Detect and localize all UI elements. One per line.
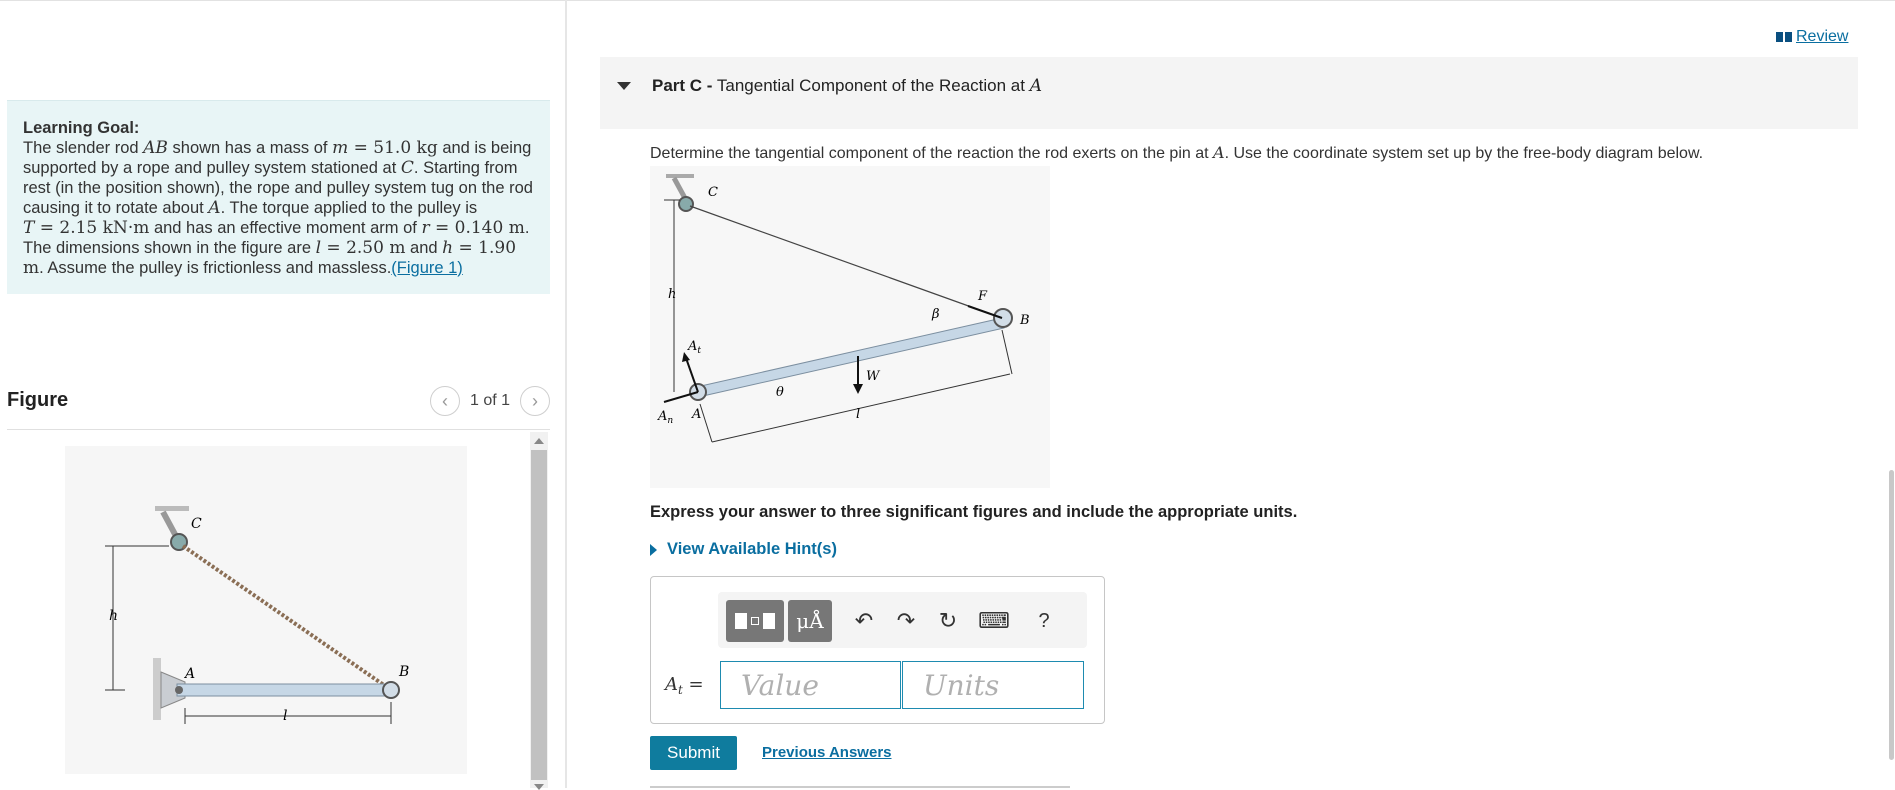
ceiling-plate [155,506,189,511]
fbd-w-arrowhead [853,384,863,394]
label-c: C [191,516,202,532]
learning-goal-title: Learning Goal: [23,119,140,137]
fbd-label-theta: θ [776,385,784,400]
instruction-text: Express your answer to three significant… [650,503,1298,521]
review-label: Review [1796,28,1849,45]
fbd-label-b: B [1019,313,1030,328]
question-text: Determine the tangential component of th… [650,143,1704,162]
fbd-pulley-b [993,308,1013,328]
fbd-label-beta: β [931,307,940,322]
help-button[interactable]: ? [1028,600,1060,642]
free-body-diagram: C h At An A θ W l β F B [650,166,1050,488]
next-figure-button[interactable]: › [520,386,550,416]
templates-button[interactable] [726,600,784,642]
view-hints-link[interactable]: View Available Hint(s) [650,540,837,559]
top-border [0,0,1895,3]
chevron-left-icon: ‹ [441,390,448,411]
collapse-caret-icon[interactable] [617,82,631,90]
keyboard-button[interactable]: ⌨ [974,600,1014,642]
pin-a [175,686,183,694]
figure-pager: ‹ 1 of 1 › [429,386,550,416]
fbd-label-w: W [866,369,881,384]
fbd-pulley-c [678,196,694,212]
label-a: A [183,666,195,682]
value-input[interactable] [720,661,901,709]
review-link[interactable]: Review [1776,28,1848,46]
templates-icon [735,613,775,629]
submit-button[interactable]: Submit [650,736,737,770]
scroll-down-icon[interactable] [534,784,544,790]
fbd-label-an: An [657,409,673,426]
answer-label: At = [665,674,704,697]
hint-label: View Available Hint(s) [667,540,837,558]
part-title: Part C - Tangential Component of the Rea… [652,76,1042,96]
figure-link[interactable]: (Figure 1) [391,259,463,277]
scroll-thumb[interactable] [531,450,547,780]
fbd-label-h: h [668,287,676,302]
answer-box: μÅ ↶ ↷ ↻ ⌨ ? At = [650,576,1105,724]
figure-scrollbar[interactable] [530,432,548,790]
help-icon: ? [1038,609,1050,632]
fbd-label-a: A [691,407,701,422]
page-scrollbar[interactable] [1889,470,1894,760]
learning-goal-box: Learning Goal: The slender rod AB shown … [7,100,550,294]
label-b: B [398,664,409,680]
math-toolbar: μÅ ↶ ↷ ↻ ⌨ ? [718,592,1087,648]
learning-goal-text: The slender rod AB shown has a mass of m… [23,138,533,278]
pulley-b [382,681,400,699]
prev-figure-button[interactable]: ‹ [429,386,460,416]
rod-pulley-figure: C h A B l [105,506,409,724]
undo-icon: ↶ [854,608,874,633]
redo-icon: ↷ [896,608,916,633]
label-h: h [109,608,118,624]
fbd-rope [689,205,1003,319]
label-l: l [283,708,287,724]
figure-header: Figure ‹ 1 of 1 › [7,386,550,430]
scroll-up-icon[interactable] [534,438,544,444]
reset-button[interactable]: ↻ [932,600,964,642]
undo-button[interactable]: ↶ [848,600,880,642]
units-icon: μÅ [796,609,824,633]
rod-ab [176,683,392,697]
fbd-label-c: C [708,185,718,200]
figure-title: Figure [7,389,69,411]
rope [181,544,393,692]
units-input[interactable] [902,661,1084,709]
free-body-diagram-svg: C h At An A θ W l β F B [657,174,1030,443]
panel-divider [565,0,567,788]
keyboard-icon: ⌨ [978,608,1010,633]
units-button[interactable]: μÅ [788,600,832,642]
redo-button[interactable]: ↷ [890,600,922,642]
previous-answers-link[interactable]: Previous Answers [762,744,892,761]
fbd-label-at: At [687,339,701,356]
reset-icon: ↻ [938,608,958,633]
fbd-ceiling-plate [666,174,694,178]
fbd-label-f: F [977,289,988,304]
caret-right-icon [650,543,657,556]
fbd-l-left-ext [699,403,713,443]
wall [153,658,161,720]
part-c-header[interactable]: Part C - Tangential Component of the Rea… [600,57,1858,129]
fbd-label-l: l [856,407,860,422]
book-icon [1776,32,1792,42]
chevron-right-icon: › [532,390,538,411]
figure-image: C h A B l [65,446,467,774]
fbd-l-right-ext [1001,329,1013,375]
figure-page-count: 1 of 1 [469,392,510,409]
